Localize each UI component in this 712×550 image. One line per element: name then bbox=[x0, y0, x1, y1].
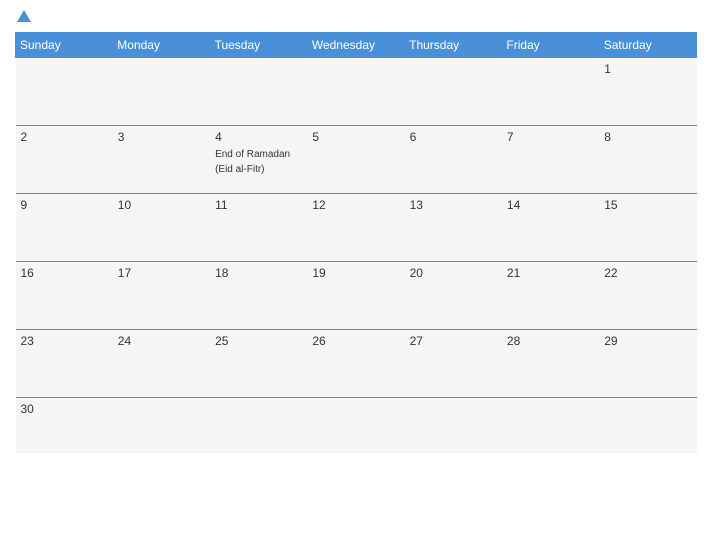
calendar-cell: 23 bbox=[16, 330, 113, 398]
calendar-cell: 19 bbox=[307, 262, 404, 330]
day-number: 9 bbox=[21, 198, 108, 212]
calendar-cell: 18 bbox=[210, 262, 307, 330]
calendar-cell bbox=[113, 58, 210, 126]
calendar-cell bbox=[307, 398, 404, 453]
week-row-5: 30 bbox=[16, 398, 697, 453]
calendar-cell bbox=[599, 398, 696, 453]
calendar-cell: 22 bbox=[599, 262, 696, 330]
calendar-cell: 25 bbox=[210, 330, 307, 398]
day-number: 23 bbox=[21, 334, 108, 348]
calendar-container: SundayMondayTuesdayWednesdayThursdayFrid… bbox=[0, 0, 712, 550]
weekday-thursday: Thursday bbox=[405, 33, 502, 58]
day-number: 3 bbox=[118, 130, 205, 144]
day-number: 13 bbox=[410, 198, 497, 212]
day-number: 19 bbox=[312, 266, 399, 280]
calendar-cell: 30 bbox=[16, 398, 113, 453]
day-number: 28 bbox=[507, 334, 594, 348]
calendar-cell: 10 bbox=[113, 194, 210, 262]
day-number: 10 bbox=[118, 198, 205, 212]
day-number: 18 bbox=[215, 266, 302, 280]
calendar-cell: 5 bbox=[307, 126, 404, 194]
week-row-1: 234 End of Ramadan (Eid al-Fitr) 5678 bbox=[16, 126, 697, 194]
calendar-cell: 16 bbox=[16, 262, 113, 330]
calendar-cell: 28 bbox=[502, 330, 599, 398]
calendar-cell: 20 bbox=[405, 262, 502, 330]
day-number: 22 bbox=[604, 266, 691, 280]
weekday-monday: Monday bbox=[113, 33, 210, 58]
day-number: 16 bbox=[21, 266, 108, 280]
logo-text bbox=[15, 10, 31, 24]
calendar-cell: 14 bbox=[502, 194, 599, 262]
calendar-cell bbox=[16, 58, 113, 126]
calendar-cell: 8 bbox=[599, 126, 696, 194]
week-row-3: 16 17 18 19 20 21 22 bbox=[16, 262, 697, 330]
calendar-cell: 26 bbox=[307, 330, 404, 398]
event-label: End of Ramadan (Eid al-Fitr) bbox=[215, 149, 290, 175]
day-number: 11 bbox=[215, 198, 302, 212]
day-number: 27 bbox=[410, 334, 497, 348]
weekday-saturday: Saturday bbox=[599, 33, 696, 58]
weekday-friday: Friday bbox=[502, 33, 599, 58]
calendar-cell bbox=[502, 58, 599, 126]
day-number: 30 bbox=[21, 402, 108, 416]
calendar-cell bbox=[502, 398, 599, 453]
calendar-cell bbox=[210, 398, 307, 453]
day-number: 6 bbox=[410, 130, 497, 144]
calendar-cell: 4 End of Ramadan (Eid al-Fitr) bbox=[210, 126, 307, 194]
day-number: 14 bbox=[507, 198, 594, 212]
calendar-cell: 2 bbox=[16, 126, 113, 194]
day-number: 20 bbox=[410, 266, 497, 280]
day-number: 29 bbox=[604, 334, 691, 348]
day-number: 26 bbox=[312, 334, 399, 348]
calendar-body: 1234End of Ramadan (Eid al-Fitr)56789101… bbox=[16, 58, 697, 453]
weekday-header-row: SundayMondayTuesdayWednesdayThursdayFrid… bbox=[16, 33, 697, 58]
calendar-cell: 27 bbox=[405, 330, 502, 398]
calendar-cell: 29 bbox=[599, 330, 696, 398]
weekday-tuesday: Tuesday bbox=[210, 33, 307, 58]
day-number: 7 bbox=[507, 130, 594, 144]
calendar-cell: 24 bbox=[113, 330, 210, 398]
calendar-header bbox=[15, 10, 697, 24]
logo bbox=[15, 10, 31, 24]
calendar-cell bbox=[405, 58, 502, 126]
logo-triangle-icon bbox=[17, 10, 31, 22]
day-number: 21 bbox=[507, 266, 594, 280]
calendar-cell bbox=[307, 58, 404, 126]
day-number: 12 bbox=[312, 198, 399, 212]
calendar-cell bbox=[113, 398, 210, 453]
calendar-cell: 6 bbox=[405, 126, 502, 194]
calendar-cell: 11 bbox=[210, 194, 307, 262]
calendar-cell: 12 bbox=[307, 194, 404, 262]
weekday-wednesday: Wednesday bbox=[307, 33, 404, 58]
calendar-cell: 21 bbox=[502, 262, 599, 330]
calendar-cell: 7 bbox=[502, 126, 599, 194]
calendar-grid: SundayMondayTuesdayWednesdayThursdayFrid… bbox=[15, 32, 697, 453]
calendar-cell: 3 bbox=[113, 126, 210, 194]
weekday-sunday: Sunday bbox=[16, 33, 113, 58]
day-number: 24 bbox=[118, 334, 205, 348]
calendar-cell: 9 bbox=[16, 194, 113, 262]
calendar-cell bbox=[210, 58, 307, 126]
week-row-4: 23 24 25 26 27 28 29 bbox=[16, 330, 697, 398]
day-number: 2 bbox=[21, 130, 108, 144]
calendar-cell bbox=[405, 398, 502, 453]
day-number: 5 bbox=[312, 130, 399, 144]
week-row-2: 9 10 11 12 13 14 15 bbox=[16, 194, 697, 262]
calendar-cell: 17 bbox=[113, 262, 210, 330]
day-number: 4 bbox=[215, 130, 302, 144]
calendar-cell: 15 bbox=[599, 194, 696, 262]
day-number: 25 bbox=[215, 334, 302, 348]
day-number: 8 bbox=[604, 130, 691, 144]
calendar-cell: 1 bbox=[599, 58, 696, 126]
day-number: 17 bbox=[118, 266, 205, 280]
day-number: 15 bbox=[604, 198, 691, 212]
week-row-0: 1 bbox=[16, 58, 697, 126]
calendar-cell: 13 bbox=[405, 194, 502, 262]
day-number: 1 bbox=[604, 62, 691, 76]
